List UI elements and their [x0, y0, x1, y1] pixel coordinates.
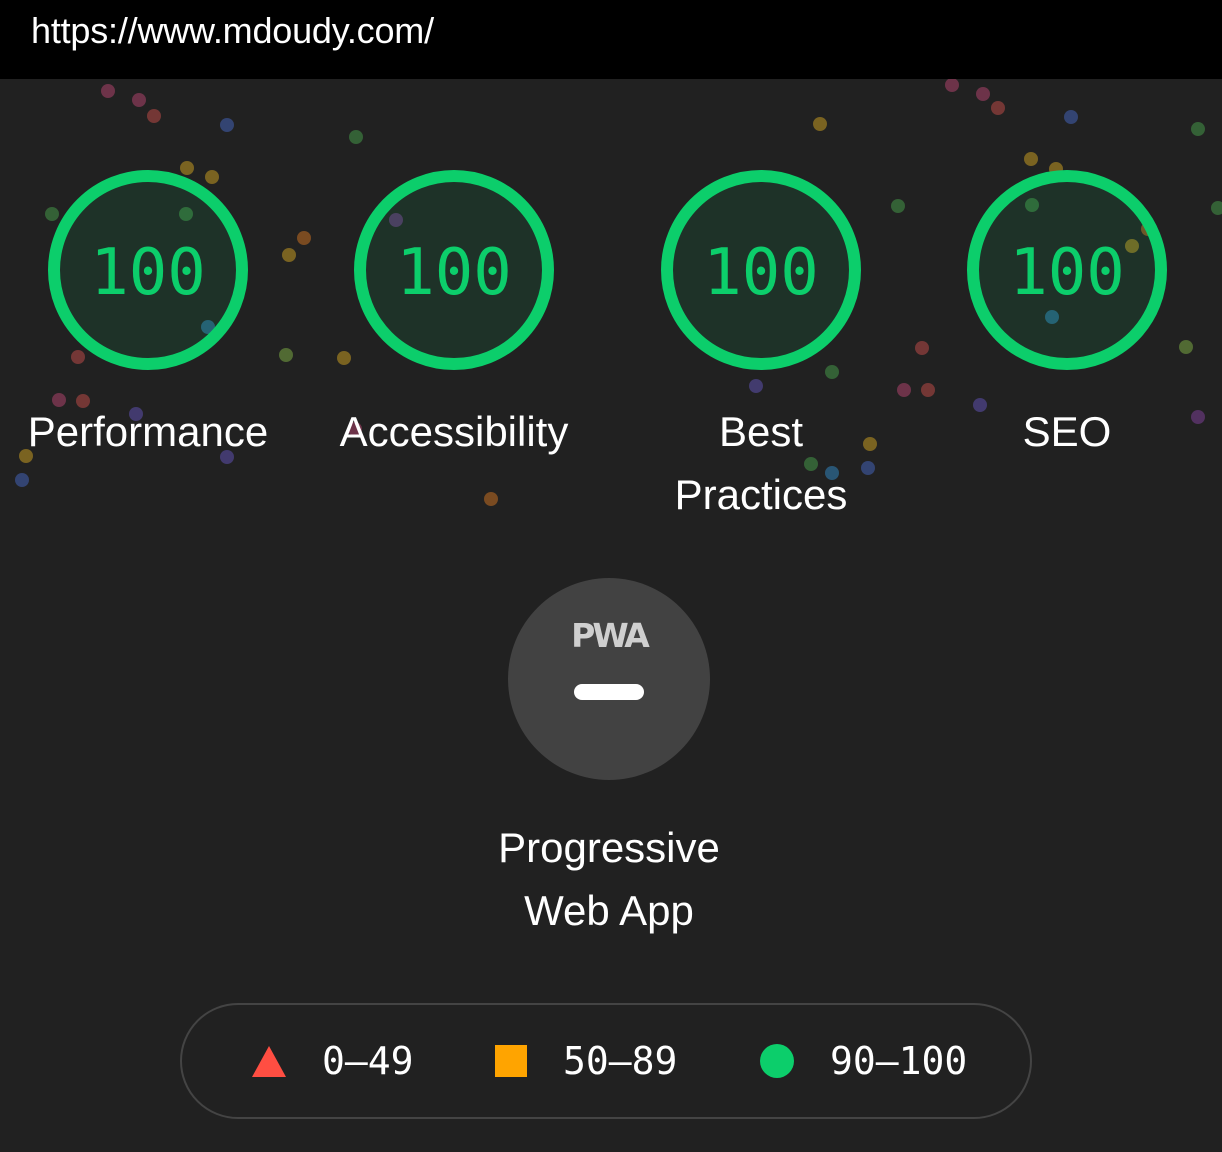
gauge-performance[interactable]: 100 Performance	[0, 168, 298, 463]
gauge-label-pwa-line2: Web App	[524, 887, 694, 934]
gauge-score-best-practices: 100	[703, 236, 819, 310]
gauge-label-performance: Performance	[27, 408, 269, 455]
circle-icon	[760, 1044, 794, 1078]
pwa-not-applicable-dash	[574, 684, 644, 700]
gauge-score-performance: 100	[90, 236, 206, 310]
gauge-label-pwa: Progressive Web App	[459, 816, 759, 942]
legend-range-pass: 90–100	[830, 1039, 968, 1083]
gauge-ring-performance: 100	[48, 170, 248, 370]
legend-item-fail: 0–49	[252, 1005, 414, 1117]
gauge-ring-best-practices: 100	[661, 170, 861, 370]
gauge-score-seo: 100	[1009, 236, 1125, 310]
gauge-label-best-practices: Best Practices	[611, 400, 911, 526]
score-scale-legend: 0–49 50–89 90–100	[180, 1003, 1032, 1119]
gauge-ring-accessibility: 100	[354, 170, 554, 370]
gauge-label-accessibility: Accessibility	[339, 408, 569, 455]
legend-item-pass: 90–100	[760, 1005, 967, 1117]
gauge-pwa[interactable]: PWA Progressive Web App	[459, 578, 759, 942]
pwa-badge: PWA	[508, 578, 710, 780]
gauge-label-seo: SEO	[1022, 408, 1112, 455]
gauge-best-practices[interactable]: 100 Best Practices	[611, 168, 911, 526]
gauge-seo[interactable]: 100 SEO	[917, 168, 1217, 463]
legend-item-average: 50–89	[495, 1005, 677, 1117]
legend-range-average: 50–89	[563, 1039, 678, 1083]
square-icon	[495, 1045, 527, 1077]
url-bar: https://www.mdoudy.com/	[0, 0, 1222, 79]
gauge-score-accessibility: 100	[396, 236, 512, 310]
legend-range-fail: 0–49	[322, 1039, 414, 1083]
page-url[interactable]: https://www.mdoudy.com/	[31, 10, 434, 52]
pwa-logo: PWA	[571, 616, 650, 655]
gauge-label-pwa-line1: Progressive	[498, 824, 720, 871]
gauge-label-best-practices-line1: Best	[718, 408, 804, 455]
gauge-label-best-practices-line2: Practices	[674, 471, 848, 518]
gauge-ring-seo: 100	[967, 170, 1167, 370]
triangle-icon	[252, 1045, 286, 1077]
gauge-accessibility[interactable]: 100 Accessibility	[304, 168, 604, 463]
